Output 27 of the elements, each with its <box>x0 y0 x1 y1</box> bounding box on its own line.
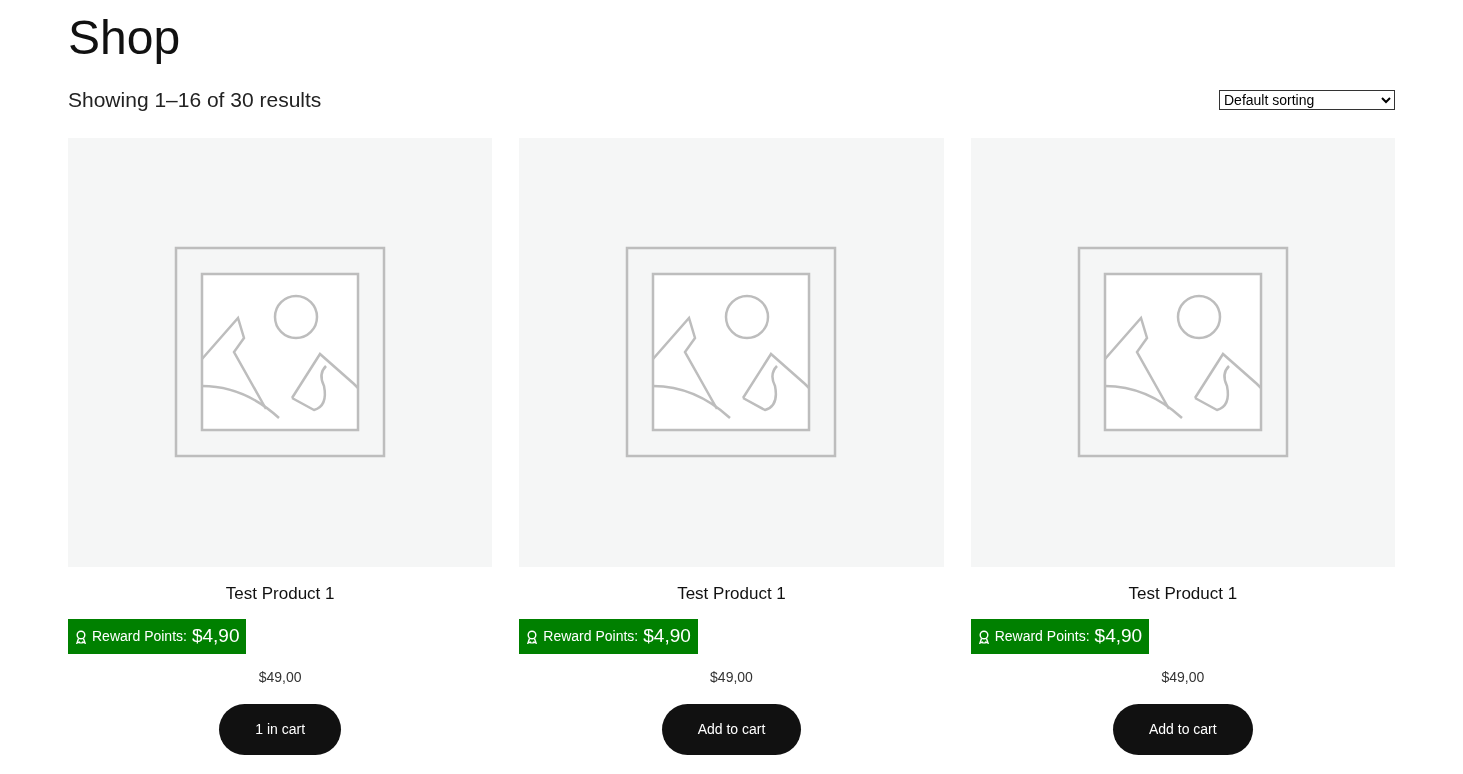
cart-button[interactable]: Add to cart <box>661 704 802 755</box>
reward-label: Reward Points: <box>92 627 187 646</box>
result-count: Showing 1–16 of 30 results <box>68 87 322 113</box>
cart-button[interactable]: 1 in cart <box>219 704 342 755</box>
reward-value: $4,90 <box>1094 624 1143 649</box>
reward-value: $4,90 <box>643 624 691 649</box>
product-title[interactable]: Test Product 1 <box>225 580 335 606</box>
image-placeholder-icon <box>1076 246 1289 458</box>
image-placeholder-icon <box>174 246 387 458</box>
reward-label: Reward Points: <box>543 627 639 646</box>
product-title[interactable]: Test Product 1 <box>1128 580 1238 606</box>
product-price: $49,00 <box>710 668 753 687</box>
product-image[interactable] <box>519 137 944 567</box>
award-ribbon-icon <box>75 629 87 644</box>
award-ribbon-icon <box>977 629 990 644</box>
page-title: Shop <box>68 10 181 62</box>
image-placeholder-icon <box>625 246 838 458</box>
product-price: $49,00 <box>1161 668 1205 687</box>
reward-label: Reward Points: <box>994 627 1090 646</box>
award-ribbon-icon <box>526 629 539 644</box>
reward-value: $4,90 <box>191 624 240 649</box>
sorting-dropdown[interactable]: Default sorting <box>1219 89 1395 110</box>
product-title[interactable]: Test Product 1 <box>677 580 786 606</box>
product-price: $49,00 <box>258 668 302 687</box>
product-image[interactable] <box>970 137 1395 567</box>
product-image[interactable] <box>68 137 493 567</box>
cart-button[interactable]: Add to cart <box>1112 704 1253 755</box>
